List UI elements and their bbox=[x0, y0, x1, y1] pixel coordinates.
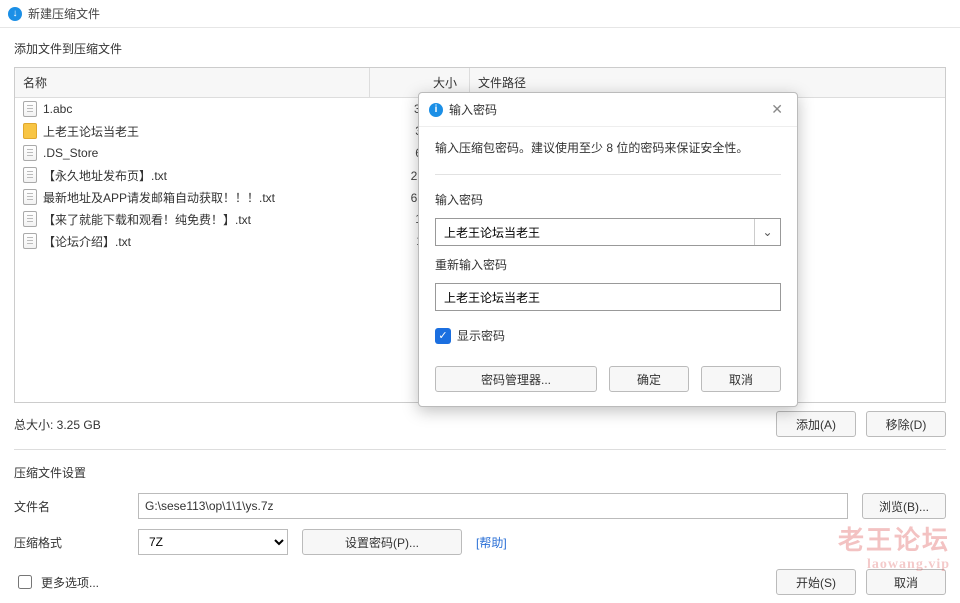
password-dialog: i 输入密码 ✕ 输入压缩包密码。建议使用至少 8 位的密码来保证安全性。 输入… bbox=[418, 92, 798, 407]
total-size: 总大小: 3.25 GB bbox=[14, 416, 101, 433]
pw2-label: 重新输入密码 bbox=[435, 256, 781, 273]
browse-button[interactable]: 浏览(B)... bbox=[862, 493, 946, 519]
pw2-input[interactable] bbox=[435, 283, 781, 311]
pw1-combo: ⌄ bbox=[435, 218, 781, 246]
more-options-label: 更多选项... bbox=[41, 574, 99, 591]
table-footer: 总大小: 3.25 GB 添加(A) 移除(D) bbox=[14, 411, 946, 437]
format-label: 压缩格式 bbox=[14, 534, 124, 551]
file-icon bbox=[23, 233, 37, 249]
file-name: 【来了就能下载和观看！纯免费！】.txt bbox=[43, 211, 251, 228]
settings-label: 压缩文件设置 bbox=[14, 464, 946, 481]
file-icon bbox=[23, 189, 37, 205]
more-options-box[interactable] bbox=[18, 575, 32, 589]
help-link[interactable]: [帮助] bbox=[476, 534, 507, 551]
close-icon[interactable]: ✕ bbox=[767, 101, 787, 118]
header-name[interactable]: 名称 bbox=[15, 68, 370, 97]
bottom-bar: 更多选项... 开始(S) 取消 bbox=[14, 563, 946, 595]
filename-input[interactable] bbox=[138, 493, 848, 519]
file-icon bbox=[23, 211, 37, 227]
folder-icon bbox=[23, 123, 37, 139]
chevron-down-icon[interactable]: ⌄ bbox=[754, 219, 780, 245]
show-password-checkbox[interactable]: ✓ 显示密码 bbox=[435, 327, 781, 344]
dialog-message: 输入压缩包密码。建议使用至少 8 位的密码来保证安全性。 bbox=[435, 139, 781, 158]
checkbox-checked-icon[interactable]: ✓ bbox=[435, 328, 451, 344]
format-select[interactable]: 7Z bbox=[138, 529, 288, 555]
dialog-footer: 密码管理器... 确定 取消 bbox=[419, 356, 797, 406]
more-options-checkbox[interactable]: 更多选项... bbox=[14, 572, 99, 592]
pw1-label: 输入密码 bbox=[435, 191, 781, 208]
add-files-label: 添加文件到压缩文件 bbox=[14, 40, 946, 57]
cancel-button[interactable]: 取消 bbox=[866, 569, 946, 595]
filename-row: 文件名 浏览(B)... bbox=[14, 493, 946, 519]
file-name: 【论坛介绍】.txt bbox=[43, 233, 131, 250]
dialog-body: 输入压缩包密码。建议使用至少 8 位的密码来保证安全性。 输入密码 ⌄ 重新输入… bbox=[419, 127, 797, 356]
file-icon bbox=[23, 101, 37, 117]
add-button[interactable]: 添加(A) bbox=[776, 411, 856, 437]
pw1-input[interactable] bbox=[436, 219, 754, 245]
settings-section: 压缩文件设置 文件名 浏览(B)... 压缩格式 7Z 设置密码(P)... [… bbox=[14, 462, 946, 555]
start-button[interactable]: 开始(S) bbox=[776, 569, 856, 595]
password-manager-button[interactable]: 密码管理器... bbox=[435, 366, 597, 392]
file-name: 【永久地址发布页】.txt bbox=[43, 167, 167, 184]
dialog-cancel-button[interactable]: 取消 bbox=[701, 366, 781, 392]
divider bbox=[14, 449, 946, 450]
app-icon: ↓ bbox=[8, 7, 22, 21]
dialog-icon: i bbox=[429, 103, 443, 117]
set-password-button[interactable]: 设置密码(P)... bbox=[302, 529, 462, 555]
dialog-ok-button[interactable]: 确定 bbox=[609, 366, 689, 392]
file-name: 1.abc bbox=[43, 102, 72, 116]
file-icon bbox=[23, 145, 37, 161]
dialog-title: 输入密码 bbox=[449, 101, 497, 118]
titlebar: ↓ 新建压缩文件 bbox=[0, 0, 960, 28]
show-password-label: 显示密码 bbox=[457, 327, 505, 344]
file-icon bbox=[23, 167, 37, 183]
file-name: .DS_Store bbox=[43, 146, 98, 160]
window-title: 新建压缩文件 bbox=[28, 5, 100, 22]
dialog-divider bbox=[435, 174, 781, 175]
format-row: 压缩格式 7Z 设置密码(P)... [帮助] bbox=[14, 529, 946, 555]
file-name: 上老王论坛当老王 bbox=[43, 123, 139, 140]
remove-button[interactable]: 移除(D) bbox=[866, 411, 946, 437]
file-name: 最新地址及APP请发邮箱自动获取！！！.txt bbox=[43, 189, 275, 206]
dialog-titlebar: i 输入密码 ✕ bbox=[419, 93, 797, 127]
filename-label: 文件名 bbox=[14, 498, 124, 515]
